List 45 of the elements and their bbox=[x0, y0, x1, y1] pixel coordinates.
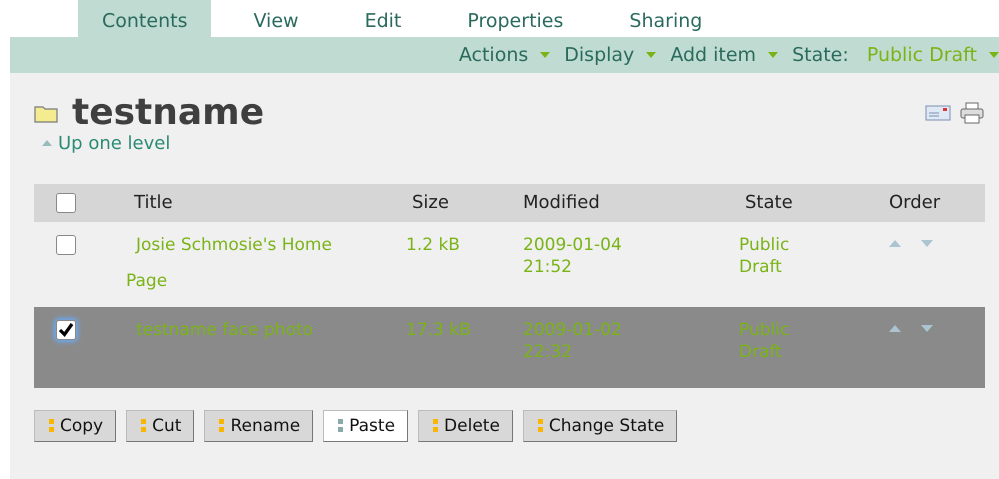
column-header: Title bbox=[134, 192, 173, 213]
column-header: Size bbox=[412, 192, 449, 213]
table-cell: 2009-01-02 22:32 bbox=[523, 320, 622, 362]
page-title: testname bbox=[72, 95, 264, 131]
dropdown-menu[interactable]: State: Public Draft bbox=[792, 44, 999, 66]
action-button[interactable]: Rename bbox=[204, 410, 314, 442]
triangle-up-icon bbox=[42, 140, 52, 146]
column-header: Order bbox=[889, 192, 940, 213]
dropdown-menu[interactable]: Actions bbox=[458, 44, 550, 66]
table-cell: 2009-01-04 21:52 bbox=[523, 234, 622, 276]
tab[interactable]: Contents bbox=[78, 0, 212, 37]
column-header: Modified bbox=[523, 192, 600, 213]
table-cell: 17.3 kB bbox=[406, 320, 471, 340]
tab[interactable]: View bbox=[229, 0, 323, 37]
table-cell: Public Draft bbox=[739, 234, 790, 276]
dots-icon bbox=[433, 418, 438, 432]
checkbox[interactable] bbox=[56, 193, 76, 214]
table-cell: Public Draft bbox=[739, 320, 790, 362]
checkbox[interactable] bbox=[56, 320, 76, 340]
dots-icon bbox=[49, 418, 54, 432]
dropdown-menu[interactable]: Add item bbox=[670, 44, 778, 66]
dots-icon bbox=[141, 418, 146, 432]
caret-icon bbox=[989, 52, 999, 58]
dots-icon bbox=[338, 418, 344, 432]
tab[interactable]: Sharing bbox=[605, 0, 726, 37]
caret-icon bbox=[768, 52, 778, 58]
dropdown-menu[interactable]: Display bbox=[564, 44, 656, 66]
action-button[interactable]: Copy bbox=[34, 410, 116, 442]
up-one-level-link[interactable]: Up one level bbox=[42, 132, 170, 154]
caret-icon bbox=[540, 52, 550, 58]
caret-icon bbox=[646, 52, 656, 58]
column-header: State bbox=[745, 192, 793, 213]
table-cell: 1.2 kB bbox=[406, 234, 460, 254]
envelope-icon[interactable] bbox=[925, 105, 951, 121]
dots-icon bbox=[219, 418, 224, 432]
action-button[interactable]: Change State bbox=[522, 410, 678, 442]
tab[interactable]: Properties bbox=[443, 0, 588, 37]
action-button[interactable]: Delete bbox=[418, 410, 513, 442]
checkbox[interactable] bbox=[56, 234, 76, 255]
move-up-icon[interactable] bbox=[889, 324, 901, 332]
tab[interactable]: Edit bbox=[340, 0, 426, 37]
move-down-icon[interactable] bbox=[921, 324, 933, 332]
printer-icon[interactable] bbox=[959, 102, 985, 124]
dots-icon bbox=[538, 418, 543, 432]
action-button[interactable]: Cut bbox=[126, 410, 194, 442]
